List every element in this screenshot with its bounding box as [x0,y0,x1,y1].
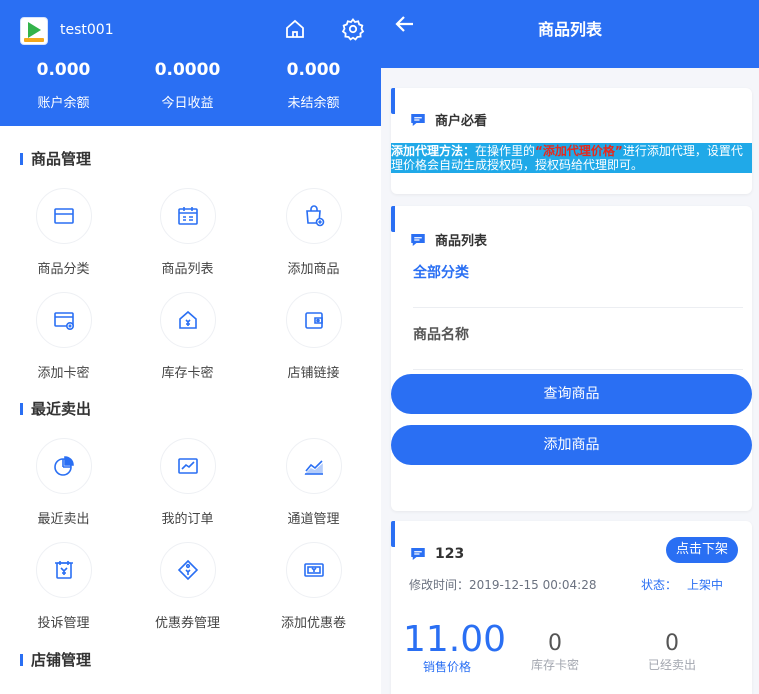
line-chart-icon [177,458,198,474]
menu-item-recent-sales[interactable]: 最近卖出 [0,438,127,527]
product-list-card: 商品列表 全部分类 商品名称 查询商品 添加商品 [391,206,752,511]
menu-item-add-card[interactable]: 添加卡密 [0,292,127,381]
calendar-list-icon [177,207,198,225]
sold-count: 0 已经卖出 [647,631,696,672]
area-chart-icon [303,460,323,475]
modified-time: 修改时间：2019-12-15 00:04:28 [409,578,597,592]
section-title-shop-management: 店铺管理 [20,649,91,670]
add-coupon-icon [303,563,324,577]
notice-card: 商户必看 添加代理方法：在操作里的“添加代理价格”进行添加代理，设置代理价格会自… [391,88,752,194]
menu-item-my-orders[interactable]: 我的订单 [124,438,251,527]
balance-stat: 0.000 账户余额 [36,60,91,111]
dashboard-header: test001 0.000 账户余额 0.0000 今日收益 0.000 未结余额 [0,0,381,126]
take-offline-button[interactable]: 点击下架 [665,537,738,563]
product-name: 123 [435,546,465,562]
sale-price: 11.00 [403,619,507,660]
stock-home-icon [178,310,197,329]
coupon-tag-icon [177,559,198,581]
pie-chart-icon [53,456,74,476]
add-card-icon [53,312,74,331]
settings-gear-icon[interactable] [341,17,365,41]
product-list-panel: 商品列表 商户必看 添加代理方法：在操作里的“添加代理价格”进行添加代理，设置代… [381,0,759,694]
add-product-button[interactable]: 添加商品 [391,425,752,465]
menu-item-add-coupon[interactable]: 添加优惠卷 [250,542,377,631]
agent-notice-text: 添加代理方法：在操作里的“添加代理价格”进行添加代理，设置代理价格会自动生成授权… [391,143,752,173]
username: test001 [60,22,114,38]
section-title-recent-sales: 最近卖出 [20,398,91,419]
menu-item-shop-link[interactable]: 店铺链接 [250,292,377,381]
message-icon [411,113,425,126]
complaint-icon [54,561,73,579]
message-icon [411,548,425,560]
card-icon [53,208,74,224]
category-select[interactable]: 全部分类 [413,262,743,308]
menu-item-product-list[interactable]: 商品列表 [124,188,251,277]
merchant-dashboard-panel: test001 0.000 账户余额 0.0000 今日收益 0.000 未结余额 商… [0,0,381,694]
shop-link-icon [304,312,323,329]
page-title: 商品列表 [537,20,602,39]
unsettled-balance-stat: 0.000 未结余额 [286,60,341,111]
sale-price-label: 销售价格 [423,660,472,674]
product-status: 状态： 上架中 [641,578,724,592]
section-title-product-management: 商品管理 [20,148,91,169]
query-products-button[interactable]: 查询商品 [391,374,752,414]
stock-count: 0 库存卡密 [530,631,579,672]
message-icon [411,233,425,246]
notice-card-title: 商户必看 [435,114,488,129]
product-name-input[interactable]: 商品名称 [413,324,743,370]
menu-item-add-product[interactable]: 添加商品 [250,188,377,277]
product-card: 123 点击下架 修改时间：2019-12-15 00:04:28 状态： 上架中… [391,521,752,694]
add-product-icon [305,205,324,227]
home-icon[interactable] [283,17,307,41]
menu-item-channel-management[interactable]: 通道管理 [250,438,377,527]
list-card-title: 商品列表 [435,234,488,249]
app-logo [20,17,48,45]
menu-item-stock-cards[interactable]: 库存卡密 [124,292,251,381]
today-earnings-stat: 0.0000 今日收益 [154,60,221,111]
product-list-header: 商品列表 [381,0,759,68]
menu-item-coupon-management[interactable]: 优惠券管理 [124,542,251,631]
menu-item-categories[interactable]: 商品分类 [0,188,127,277]
menu-item-complaints[interactable]: 投诉管理 [0,542,127,631]
